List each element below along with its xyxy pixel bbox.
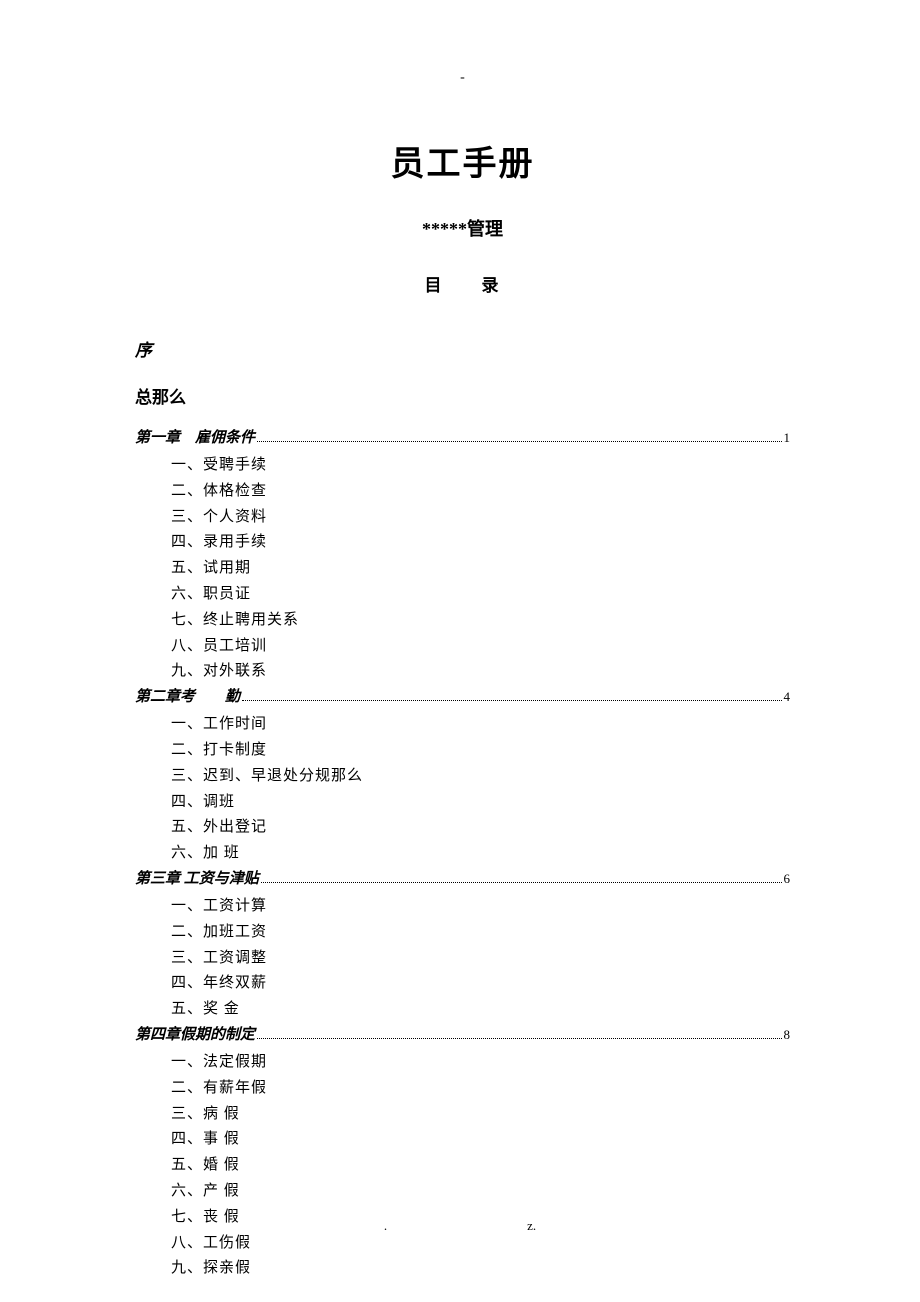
chapter-page-number: 6 [784, 871, 791, 887]
footer-left: . [384, 1218, 387, 1233]
chapter-page-number: 1 [784, 430, 791, 446]
toc-item: 一、法定假期 [135, 1050, 790, 1076]
toc-heading: 目 录 [135, 271, 790, 296]
chapter-title: 第二章考 勤 [135, 685, 240, 706]
toc-item: 二、加班工资 [135, 920, 790, 946]
toc-item: 四、事 假 [135, 1127, 790, 1153]
chapter-row: 第三章 工资与津贴 6 [135, 867, 790, 888]
document-page: - 员工手册 *****管理 目 录 序 总那么 第一章 雇佣条件 1 一、受聘手续… [0, 0, 920, 1282]
general-heading: 总那么 [135, 383, 790, 408]
toc-item: 五、试用期 [135, 556, 790, 582]
chapter-row: 第二章考 勤 4 [135, 685, 790, 706]
toc-item: 七、终止聘用关系 [135, 608, 790, 634]
toc-item: 一、工作时间 [135, 712, 790, 738]
toc-item: 六、职员证 [135, 582, 790, 608]
toc-item: 五、婚 假 [135, 1153, 790, 1179]
toc-item: 三、迟到、早退处分规那么 [135, 764, 790, 790]
leader-dots [257, 441, 781, 442]
leader-dots [261, 882, 782, 883]
toc-item: 一、工资计算 [135, 894, 790, 920]
chapter-row: 第四章假期的制定 8 [135, 1023, 790, 1044]
toc-item: 四、录用手续 [135, 530, 790, 556]
toc-item: 六、加 班 [135, 841, 790, 867]
chapter-title: 第四章假期的制定 [135, 1023, 255, 1044]
toc-item: 二、有薪年假 [135, 1076, 790, 1102]
header-mark: - [135, 70, 790, 86]
toc-item: 九、探亲假 [135, 1256, 790, 1282]
toc-item: 八、工伤假 [135, 1231, 790, 1257]
chapter-page-number: 4 [784, 689, 791, 705]
toc-item: 九、对外联系 [135, 659, 790, 685]
toc-body: 第一章 雇佣条件1一、受聘手续二、体格检查三、个人资料四、录用手续五、试用期六、… [135, 426, 790, 1282]
page-footer: . z. [0, 1218, 920, 1234]
chapter-row: 第一章 雇佣条件 1 [135, 426, 790, 447]
toc-item: 四、调班 [135, 790, 790, 816]
preface-heading: 序 [135, 336, 790, 361]
document-title: 员工手册 [135, 136, 790, 185]
toc-item: 三、病 假 [135, 1102, 790, 1128]
toc-item: 二、打卡制度 [135, 738, 790, 764]
chapter-title: 第三章 工资与津贴 [135, 867, 259, 888]
toc-item: 八、员工培训 [135, 634, 790, 660]
toc-item: 二、体格检查 [135, 479, 790, 505]
toc-item: 五、奖 金 [135, 997, 790, 1023]
toc-item: 四、年终双薪 [135, 971, 790, 997]
leader-dots [242, 700, 781, 701]
toc-item: 三、个人资料 [135, 505, 790, 531]
leader-dots [257, 1038, 781, 1039]
toc-item: 三、工资调整 [135, 946, 790, 972]
chapter-title: 第一章 雇佣条件 [135, 426, 255, 447]
toc-item: 五、外出登记 [135, 815, 790, 841]
toc-item: 六、产 假 [135, 1179, 790, 1205]
footer-right: z. [527, 1218, 536, 1233]
document-subtitle: *****管理 [135, 215, 790, 241]
chapter-page-number: 8 [784, 1027, 791, 1043]
toc-item: 一、受聘手续 [135, 453, 790, 479]
